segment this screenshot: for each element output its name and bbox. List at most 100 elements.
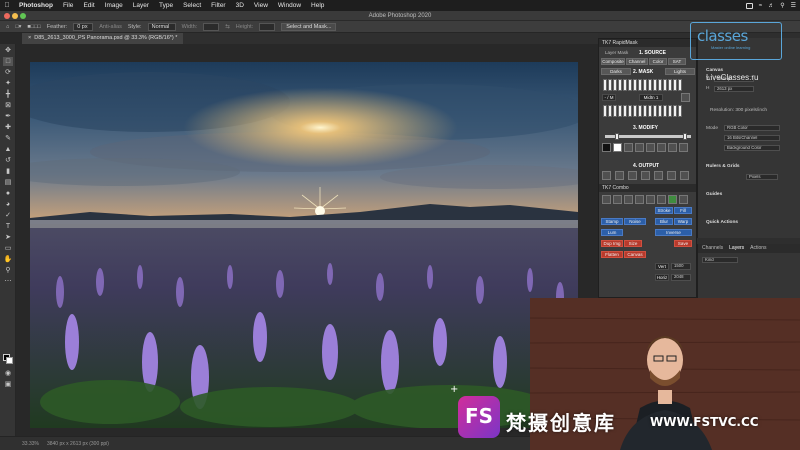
apple-icon[interactable]: 	[0, 2, 14, 9]
height-input[interactable]	[259, 22, 276, 31]
menu-filter[interactable]: Filter	[206, 2, 230, 9]
menu-layer[interactable]: Layer	[128, 2, 154, 9]
tab-channels[interactable]: Channels	[702, 244, 723, 253]
gradient-tool-icon[interactable]: ▤	[3, 178, 13, 187]
battery-icon[interactable]	[745, 2, 753, 9]
menu-image[interactable]: Image	[100, 2, 128, 9]
width-input[interactable]	[203, 22, 220, 31]
move-tool-icon[interactable]: ✥	[3, 46, 13, 55]
eyedropper-icon[interactable]	[681, 93, 690, 102]
path-selection-icon[interactable]: ➤	[3, 233, 13, 242]
black-swatch-button[interactable]	[602, 143, 611, 152]
frame-tool-icon[interactable]: ⊠	[3, 101, 13, 110]
pen-tool-icon[interactable]: ✓	[3, 211, 13, 220]
menu-window[interactable]: Window	[273, 2, 306, 9]
output-group-icon[interactable]	[680, 171, 689, 180]
output-adjust-icon[interactable]	[667, 171, 676, 180]
source-sat-button[interactable]: SAT	[668, 58, 686, 65]
square-select-icon[interactable]	[635, 143, 644, 152]
volume-icon[interactable]: ♬	[768, 3, 774, 9]
close-window-button[interactable]	[4, 13, 10, 19]
horiz-size-input[interactable]: 2048	[671, 274, 691, 281]
eraser-tool-icon[interactable]: ▮	[3, 167, 13, 176]
brush-mask-icon[interactable]	[668, 143, 677, 152]
output-selection-icon[interactable]	[628, 171, 637, 180]
menu-help[interactable]: Help	[306, 2, 329, 9]
rectangular-marquee-icon[interactable]: □	[3, 57, 13, 66]
type-tool-icon[interactable]: T	[3, 222, 13, 231]
canvas-height-input[interactable]: 2613 px	[714, 86, 754, 92]
menu-edit[interactable]: Edit	[78, 2, 99, 9]
document-tab[interactable]: × D85_2613_3000_PS Panorama.psd @ 33.3% (…	[22, 33, 184, 44]
combo-mask-icon[interactable]	[624, 195, 633, 204]
search-icon[interactable]: ⚲	[780, 2, 784, 9]
screen-mode-icon[interactable]: ▣	[3, 380, 13, 389]
mask-darks-button[interactable]: Darks	[601, 68, 631, 75]
combo-burn-icon[interactable]	[646, 195, 655, 204]
bit-depth-select[interactable]: 16 Bits/Channel	[724, 135, 780, 141]
clone-stamp-icon[interactable]: ▲	[3, 145, 13, 154]
combo-inverse-button[interactable]: Inverse	[655, 229, 692, 236]
quick-select-icon[interactable]: ✦	[3, 79, 13, 88]
combo-size-button[interactable]: Size	[624, 240, 642, 247]
source-color-button[interactable]: Color	[649, 58, 667, 65]
eyedropper-icon[interactable]: ✒	[3, 112, 13, 121]
mask-lights-button[interactable]: Lights	[665, 68, 695, 75]
mask-minus-button[interactable]: - / M	[602, 94, 616, 101]
menu-app-name[interactable]: Photoshop	[14, 2, 58, 9]
panorama-photo[interactable]: +	[30, 62, 578, 428]
combo-layer-icon[interactable]	[602, 195, 611, 204]
combo-delete-icon[interactable]	[679, 195, 688, 204]
combo-save-button[interactable]: Save	[674, 240, 692, 247]
ruler-units-select[interactable]: Pixels	[746, 174, 778, 180]
combo-dodge-icon[interactable]	[635, 195, 644, 204]
background-color-swatch[interactable]	[6, 357, 13, 364]
dodge-tool-icon[interactable]: ◕	[3, 200, 13, 209]
drop-icon[interactable]	[646, 143, 655, 152]
shape-tool-icon[interactable]: ▭	[3, 244, 13, 253]
crop-tool-icon[interactable]: ╋	[3, 90, 13, 99]
combo-blur-button[interactable]: Blur	[655, 218, 673, 225]
combo-add-icon[interactable]	[668, 195, 677, 204]
white-swatch-button[interactable]	[613, 143, 622, 152]
source-channel-button[interactable]: Channel	[626, 58, 648, 65]
more-tools-icon[interactable]: ⋯	[3, 277, 13, 286]
lasso-tool-icon[interactable]: ⟳	[3, 68, 13, 77]
menu-file[interactable]: File	[58, 2, 78, 9]
combo-stroke-button[interactable]: Stroke	[655, 207, 673, 214]
hand-tool-icon[interactable]: ✋	[3, 255, 13, 264]
menu-type[interactable]: Type	[154, 2, 178, 9]
invert-icon[interactable]	[657, 143, 666, 152]
combo-color-icon[interactable]	[657, 195, 666, 204]
fill-select[interactable]: Background Color	[724, 145, 780, 151]
output-layers-icon[interactable]	[602, 171, 611, 180]
quick-mask-icon[interactable]: ◉	[3, 369, 13, 378]
rulers-grids-header[interactable]: Rulers & Grids	[706, 164, 740, 169]
output-mask-icon[interactable]	[641, 171, 650, 180]
tone-zone-buttons-row1[interactable]	[603, 79, 682, 91]
combo-flatten-button[interactable]: Flatten	[601, 251, 623, 258]
tab-actions[interactable]: Actions	[750, 244, 766, 253]
antialias-checkbox[interactable]: Anti-alias	[99, 24, 122, 30]
source-composite-button[interactable]: Composite	[601, 58, 625, 65]
swap-icon[interactable]: ⇆	[225, 24, 230, 30]
combo-lum-button[interactable]: Lum	[601, 229, 623, 236]
combo-vert-button[interactable]: Vert	[655, 263, 669, 270]
combo-dup-img-button[interactable]: Dup Img	[601, 240, 623, 247]
menu-view[interactable]: View	[249, 2, 273, 9]
combo-noise-button[interactable]: Noise	[624, 218, 646, 225]
canvas-area[interactable]: +	[16, 44, 598, 436]
minimize-window-button[interactable]	[12, 13, 18, 19]
zoom-level[interactable]: 33.33%	[22, 437, 39, 450]
circle-select-icon[interactable]	[624, 143, 633, 152]
close-tab-icon[interactable]: ×	[28, 35, 31, 41]
home-icon[interactable]: ⌂	[6, 24, 9, 30]
feather-input[interactable]: 0 px	[73, 22, 94, 31]
combo-warp-button[interactable]: Warp	[674, 218, 692, 225]
vert-size-input[interactable]: 1500	[671, 263, 691, 270]
style-select[interactable]: Normal	[147, 22, 176, 31]
output-channel-icon[interactable]	[654, 171, 663, 180]
tone-zone-buttons-row2[interactable]	[603, 105, 682, 117]
notification-icon[interactable]: ☰	[791, 2, 796, 9]
menu-3d[interactable]: 3D	[231, 2, 249, 9]
